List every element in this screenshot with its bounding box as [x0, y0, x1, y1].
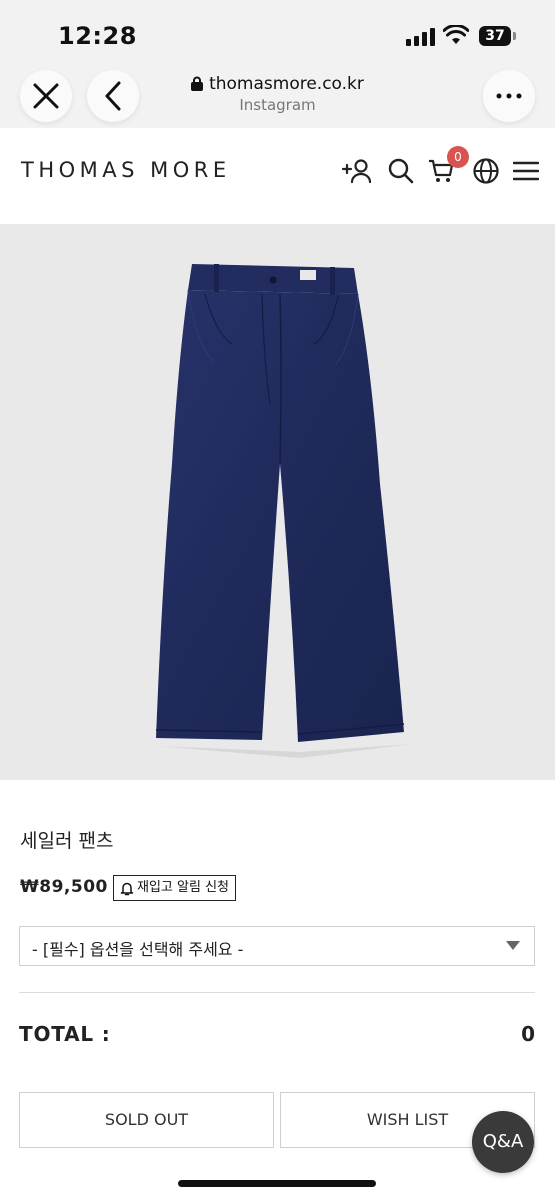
- divider: [19, 992, 535, 993]
- dropdown-arrow-icon: [506, 941, 520, 950]
- sold-out-button[interactable]: SOLD OUT: [19, 1092, 274, 1148]
- lock-icon: [191, 76, 204, 91]
- qa-floating-button[interactable]: Q&A: [472, 1111, 534, 1173]
- site-header: THOMAS MORE 0: [0, 128, 555, 224]
- product-name: 세일러 팬츠: [20, 830, 114, 852]
- source-label: Instagram: [239, 96, 316, 114]
- restock-alert-button[interactable]: 재입고 알림 신청: [113, 875, 236, 901]
- status-bar: 12:28 37: [0, 0, 555, 70]
- ellipsis-icon: [496, 93, 522, 99]
- add-user-button[interactable]: [340, 154, 374, 188]
- site-logo[interactable]: THOMAS MORE: [21, 158, 231, 182]
- close-button[interactable]: [20, 70, 72, 122]
- status-time: 12:28: [58, 22, 137, 50]
- home-indicator[interactable]: [178, 1180, 376, 1187]
- wifi-icon: [443, 25, 469, 44]
- chevron-left-icon: [105, 81, 121, 111]
- product-image[interactable]: [0, 224, 555, 780]
- pants-illustration: [155, 264, 412, 758]
- product-price: ₩89,500: [20, 877, 108, 897]
- close-icon: [33, 83, 59, 109]
- battery-icon: 37: [479, 26, 516, 46]
- cart-count-badge: 0: [447, 146, 469, 168]
- search-icon: [388, 158, 414, 184]
- more-options-button[interactable]: [483, 70, 535, 122]
- address-bar[interactable]: thomasmore.co.kr Instagram: [150, 74, 405, 114]
- option-select[interactable]: - [필수] 옵션을 선택해 주세요 -: [19, 926, 535, 966]
- url-text: thomasmore.co.kr: [209, 74, 364, 94]
- language-button[interactable]: [469, 154, 503, 188]
- option-placeholder: - [필수] 옵션을 선택해 주세요 -: [32, 940, 244, 959]
- bell-icon: [120, 882, 134, 895]
- search-button[interactable]: [384, 154, 418, 188]
- restock-label: 재입고 알림 신청: [137, 880, 229, 895]
- add-user-icon: [341, 159, 372, 184]
- back-button[interactable]: [87, 70, 139, 122]
- cellular-signal-icon: [406, 28, 436, 46]
- menu-button[interactable]: [509, 154, 543, 188]
- menu-icon: [513, 161, 539, 181]
- total-value: 0: [521, 1022, 535, 1046]
- browser-bar: thomasmore.co.kr Instagram: [0, 70, 555, 128]
- total-label: TOTAL :: [19, 1022, 111, 1046]
- globe-icon: [473, 158, 499, 184]
